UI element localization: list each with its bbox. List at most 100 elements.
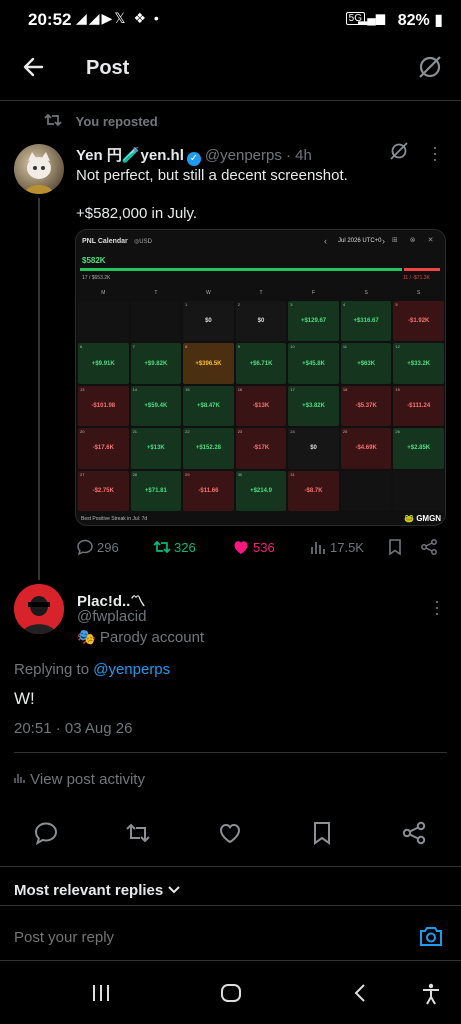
flask-icon: 🧪 [121, 147, 141, 164]
calendar-total: $582K [82, 256, 106, 265]
calendar-day-cell: 1 $0 [183, 301, 234, 342]
day-pnl-value: +$316.67 [353, 318, 379, 325]
post-author[interactable]: Yen 円🧪yen.hl ✓ @yenperps · 4h [76, 144, 312, 166]
share-button[interactable] [420, 538, 438, 556]
day-number: 18 [342, 386, 348, 392]
like-button[interactable]: 536 [232, 538, 275, 556]
calendar-day-cell: 5 -$1.92K [393, 301, 444, 342]
calendar-day-cell: 2 $0 [235, 301, 287, 342]
accessibility-icon[interactable] [420, 982, 442, 1011]
reply-avatar[interactable] [14, 584, 64, 634]
recent-apps-icon[interactable] [90, 982, 112, 1009]
day-pnl-value: +$71.81 [144, 487, 167, 494]
calendar-day-cell: 8 +$396.5K [183, 343, 234, 384]
calendar-day-cell: 21 +$13K [130, 428, 182, 469]
calendar-day-cell: 22 +$152.28 [183, 428, 234, 469]
back-arrow-icon[interactable] [20, 52, 48, 82]
day-pnl-value: -$2.75K [92, 487, 114, 494]
grok-icon[interactable] [415, 52, 445, 82]
calendar-day-cell: 9 +$6.71K [235, 343, 287, 384]
calendar-day-cell [78, 301, 129, 342]
calendar-day-cell: 10 +$45.8K [288, 343, 339, 384]
calendar-day-cell: 7 +$9.82K [130, 343, 182, 384]
like-action-button[interactable] [217, 820, 243, 846]
day-number: 16 [237, 386, 243, 392]
grok-post-icon[interactable] [388, 140, 410, 162]
share-action-button[interactable] [401, 820, 427, 846]
day-number: 20 [80, 429, 85, 435]
losses-bar [404, 268, 440, 271]
back-nav-icon[interactable] [350, 982, 370, 1009]
weekday-header: F [312, 290, 316, 296]
reply-author-handle[interactable]: @fwplacid [77, 608, 146, 625]
analytics-small-icon [14, 774, 25, 783]
day-pnl-value: +$396.5K [195, 360, 222, 367]
calendar-day-cell: 3 +$129.67 [288, 301, 339, 342]
header-divider [0, 100, 461, 101]
calendar-day-cell: 17 +$3.82K [288, 385, 339, 427]
day-number: 10 [290, 344, 295, 350]
reply-button[interactable]: 296 [76, 538, 119, 556]
view-post-activity-label: View post activity [30, 771, 145, 788]
day-pnl-value: +$152.28 [195, 445, 222, 452]
actions-divider [0, 866, 461, 867]
system-navigation-bar [0, 970, 461, 1024]
avatar[interactable] [14, 144, 64, 194]
pnl-calendar-image[interactable]: PNL Calendar ◎USD ‹ Jul 2026 UTC+0 › ⊞ ⊗… [75, 229, 446, 526]
author-name-suffix: yen.hl [140, 147, 184, 164]
reply-input[interactable] [14, 929, 394, 946]
calendar-day-cell [340, 470, 392, 511]
day-pnl-value: +$129.67 [300, 318, 327, 325]
day-pnl-value: +$214.9 [250, 487, 272, 494]
repost-indicator-label: You reposted [75, 114, 158, 129]
share-icon [421, 539, 437, 555]
view-post-activity-link[interactable]: View post activity [14, 771, 145, 788]
bookmark-button[interactable] [386, 538, 404, 556]
day-number: 23 [237, 429, 243, 435]
day-pnl-value: $0 [205, 318, 212, 325]
day-number: 15 [185, 386, 190, 392]
status-time: 20:52 [28, 10, 72, 29]
day-pnl-value: -$4.69K [355, 445, 377, 452]
gmgn-logo: 🐸 GMGN [404, 514, 442, 523]
calendar-day-cell: 11 +$63K [340, 343, 392, 384]
calendar-day-cell: 29 -$11.66 [183, 470, 234, 511]
reply-text: W! [14, 689, 35, 708]
calendar-day-cell: 23 -$17K [235, 428, 287, 469]
day-number: 4 [342, 302, 346, 307]
reply-sort-dropdown[interactable]: Most relevant replies [14, 882, 181, 899]
losses-summary: 11 / -$71.3K [403, 275, 430, 281]
day-number: 12 [395, 344, 400, 350]
next-month-icon: › [382, 236, 385, 246]
home-icon[interactable] [219, 982, 243, 1009]
calendar-day-cell: 25 -$4.69K [340, 428, 392, 469]
day-number: 27 [80, 471, 85, 477]
views-button[interactable]: 17.5K [309, 538, 364, 556]
repost-icon [44, 113, 62, 127]
post-time: · 4h [286, 147, 312, 164]
day-pnl-value: +$63K [357, 360, 376, 367]
author-handle: @yenperps [204, 147, 282, 164]
bookmark-icon [314, 822, 330, 845]
calendar-grid: M T W T F S S 1 $0 2 $0 3 +$129.67 4 +$316.67 5 -$1.92K 6… [78, 287, 444, 511]
more-options-icon[interactable]: · · · [430, 138, 440, 168]
comment-icon [34, 822, 58, 846]
heart-filled-icon [234, 541, 248, 554]
reply-more-options-icon[interactable]: · · · [432, 592, 442, 622]
weekday-header: S [364, 290, 368, 296]
weekday-header: M [101, 290, 106, 296]
calendar-day-cell: 16 -$13K [235, 385, 287, 427]
replying-to-handle[interactable]: @yenperps [93, 661, 170, 678]
reply-action-button[interactable] [33, 820, 59, 846]
calendar-day-cell: 18 -$5.37K [340, 385, 392, 427]
repost-action-button[interactable] [125, 820, 151, 846]
camera-icon[interactable] [418, 924, 444, 948]
bookmark-action-button[interactable] [309, 820, 335, 846]
repost-action-icon [153, 540, 171, 554]
day-pnl-value: $0 [310, 445, 317, 452]
day-pnl-value: $0 [257, 318, 265, 325]
page-title: Post [86, 57, 130, 79]
day-pnl-value: -$101.98 [91, 402, 116, 409]
battery-percent: 82% [397, 12, 430, 29]
repost-button[interactable]: 326 [153, 538, 196, 556]
